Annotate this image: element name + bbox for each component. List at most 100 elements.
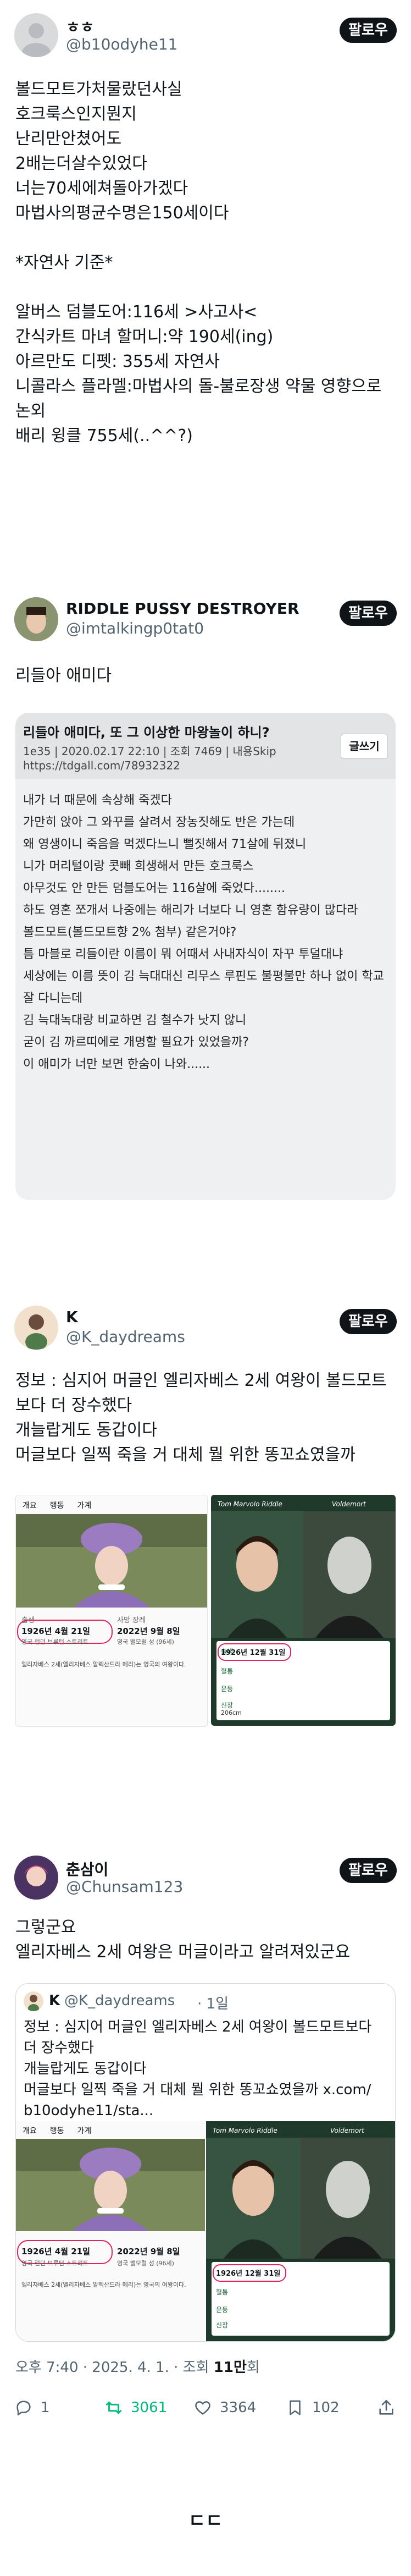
author-name[interactable]: K [66, 1308, 78, 1326]
queen-photo [16, 2139, 205, 2231]
follow-button[interactable]: 팔로우 [340, 1858, 397, 1883]
row4-label: 신장 [221, 1702, 234, 1709]
death-place: 영국 밸모럴 성 (96세) [117, 2260, 174, 2267]
wiki-tab[interactable]: 가계 [71, 2121, 98, 2139]
view-count: 11만 [213, 2359, 247, 2376]
card-line: 가만히 앉아 그 와꾸를 살려서 장농짓해도 반은 가는데 [23, 816, 295, 829]
row3-label: 운동 [216, 2306, 229, 2314]
reply-button[interactable]: 1 [14, 2391, 50, 2424]
retweet-button[interactable]: 3061 [104, 2391, 167, 2424]
card-line: 내가 너 때문에 속상해 죽겠다 [23, 794, 172, 807]
row2-label: 혈통 [221, 1667, 234, 1675]
card-line: 왜 영생이니 죽음을 먹겠다느니 뻘짓해서 71살에 뒤졌니 [23, 838, 307, 851]
card-line: 틈 마블로 리들이란 이름이 뭐 어때서 사내자식이 자꾸 투덜대냐 [23, 948, 343, 961]
quote-text: 정보 : 심지어 머글인 엘리자베스 2세 여왕이 볼드모트보다 더 장수했다 … [24, 2019, 372, 2119]
riddle-wiki-image[interactable]: Tom Marvolo Riddle Voldemort 1926년 12월 3… [206, 2121, 395, 2341]
post-text: 볼드모트가처물랐던사실 호크룩스인지뭔지 난리만안쳤어도 2배는더살수있었다 너… [15, 80, 382, 445]
share-icon [379, 2399, 393, 2415]
riddle-info-panel: 출생 1926년 12월 31일 혈통 운동 신장 206cm [216, 1641, 390, 1720]
avatar[interactable] [14, 13, 58, 57]
riddle-left-name: Tom Marvolo Riddle [213, 2127, 277, 2134]
wiki-tabs: 개요 행동 가계 [16, 1495, 207, 1515]
birth-place: 영국 런던 브루턴 스트리트 [21, 1638, 88, 1645]
card-title: 리들아 애미다, 또 그 이상한 마왕놀이 하니? [23, 725, 270, 740]
card-line: 굳이 김 까르띠에로 개명할 필요가 있었을까? [23, 1036, 249, 1049]
riddle-right-name: Voldemort [330, 2127, 364, 2134]
follow-button[interactable]: 팔로우 [340, 1309, 397, 1334]
post-1: ㅎㅎ @b10odyhe11 팔로우 볼드모트가처물랐던사실 호크룩스인지뭔지 … [0, 0, 411, 445]
card-line: 아무것도 안 만든 덤블도어는 116살에 죽었다........ [23, 882, 285, 895]
quote-author-name[interactable]: K [49, 1992, 60, 2009]
heart-icon [195, 2401, 210, 2415]
post-text: 그렇군요 엘리자베스 2세 여왕은 머글이라고 알려져있군요 [15, 1918, 351, 1962]
post-time[interactable]: 오후 7:40 · 2025. 4. 1. · 조회 [15, 2359, 214, 2376]
death-date: 2022년 9월 8일 [117, 1626, 180, 1636]
author-handle[interactable]: @K_daydreams [66, 1328, 185, 1346]
card-line: 볼드모트(볼드모트향 2% 첨부) 같은거야? [23, 926, 237, 939]
riddle-wiki-image[interactable]: Tom Marvolo Riddle Voldemort 출생 1926년 12… [211, 1495, 396, 1726]
row2-label: 혈통 [216, 2288, 229, 2296]
wiki-tab[interactable]: 행동 [43, 2121, 71, 2139]
riddle-info-panel: 1926년 12월 31일 혈통 운동 신장 [212, 2262, 390, 2336]
queen-wiki-image[interactable]: 개요 행동 가계 출생 1926년 4월 21일 영국 런던 브루턴 스트리트 … [15, 1495, 208, 1727]
quote-tweet[interactable]: K @K_daydreams · 1일 정보 : 심지어 머글인 엘리자베스 2… [15, 1983, 396, 2342]
death-place: 영국 밸모럴 성 (96세) [117, 1638, 174, 1645]
embedded-post-card[interactable]: 리들아 애미다, 또 그 이상한 마왕놀이 하니? 1e35 | 2020.02… [15, 713, 396, 1200]
author-name[interactable]: ㅎㅎ [66, 15, 95, 37]
avatar[interactable] [14, 1306, 58, 1350]
card-url[interactable]: https://tdgall.com/78932322 [23, 759, 180, 772]
avatar[interactable] [14, 1856, 58, 1900]
queen-photo [16, 1514, 207, 1608]
author-name[interactable]: 춘삼이 [66, 1858, 108, 1880]
quote-author-handle[interactable]: @K_daydreams [64, 1992, 175, 2009]
share-button[interactable] [377, 2391, 403, 2424]
follow-button[interactable]: 팔로우 [340, 18, 397, 43]
reply-icon [16, 2401, 31, 2416]
birth-place: 영국 런던 브루턴 스트리트 [21, 2260, 88, 2267]
wiki-tabs: 개요 행동 가계 [16, 2121, 205, 2139]
reply-count: 1 [41, 2399, 50, 2416]
like-button[interactable]: 3364 [193, 2391, 256, 2424]
riddle-photo [211, 1511, 396, 1638]
post-meta: 오후 7:40 · 2025. 4. 1. · 조회 11만회 [15, 2356, 260, 2376]
author-name[interactable]: RIDDLE PUSSY DESTROYER [66, 599, 299, 618]
card-line: 이 애미가 너만 보면 한숨이 나와...... [23, 1058, 210, 1071]
riddle-right-name: Voldemort [332, 1500, 366, 1508]
row3-label: 운동 [221, 1685, 234, 1693]
post-text: 정보 : 심지어 머글인 엘리자베스 2세 여왕이 볼드모트보다 더 장수했다 … [15, 1371, 387, 1465]
row4-label: 신장 [216, 2321, 229, 2329]
wiki-tab[interactable]: 개요 [16, 1495, 43, 1514]
wiki-tab[interactable]: 행동 [43, 1495, 71, 1514]
queen-wiki-image[interactable]: 개요 행동 가계 1926년 4월 21일 영국 런던 브루턴 스트리트 202… [16, 2121, 206, 2341]
post-3: K @K_daydreams 팔로우 정보 : 심지어 머글인 엘리자베스 2세… [0, 1298, 411, 1738]
action-bar: 1 3061 3364 102 [0, 2391, 411, 2424]
red-circle [218, 1643, 291, 1661]
author-handle[interactable]: @b10odyhe11 [66, 35, 177, 53]
card-sub: 1e35 | 2020.02.17 22:10 | 조회 7469 | 내용Sk… [23, 745, 276, 758]
card-line: 하도 영혼 쪼개서 나중에는 해리가 너보다 니 영혼 함유량이 많다라 [23, 904, 358, 917]
quote-avatar[interactable] [24, 1991, 43, 2011]
avatar[interactable] [14, 597, 58, 641]
row4-value: 206cm [221, 1709, 242, 1716]
red-circle [213, 2264, 286, 2282]
follow-button[interactable]: 팔로우 [340, 601, 397, 626]
wiki-note: 엘리자베스 2세(엘리자베스 알렉산드라 메리)는 영국의 여왕이다. [21, 1661, 186, 1668]
footer-text: ㄷㄷ [188, 2510, 223, 2532]
bookmark-count: 102 [312, 2399, 340, 2416]
retweet-count: 3061 [131, 2399, 168, 2416]
write-button[interactable]: 글쓰기 [341, 734, 388, 759]
card-body: 내가 너 때문에 속상해 죽겠다가만히 앉아 그 와꾸를 살려서 장농짓해도 반… [23, 790, 388, 1076]
bookmark-icon [290, 2400, 301, 2415]
card-line: 니가 머리털이랑 콧빼 희생해서 만든 호크룩스 [23, 860, 254, 873]
bookmark-button[interactable]: 102 [286, 2391, 340, 2424]
card-line: 김 늑대녹대랑 비교하면 김 철수가 낫지 않니 [23, 1014, 247, 1027]
wiki-tab[interactable]: 가계 [71, 1495, 98, 1514]
like-count: 3364 [220, 2399, 257, 2416]
author-handle[interactable]: @Chunsam123 [66, 1878, 183, 1896]
death-date: 2022년 9월 8일 [117, 2247, 180, 2256]
death-label: 사망 장례 [117, 1616, 146, 1625]
wiki-tab[interactable]: 개요 [16, 2121, 43, 2139]
post-text: 리들아 애미다 [15, 666, 112, 685]
author-handle[interactable]: @imtalkingp0tat0 [66, 619, 204, 637]
post-2: RIDDLE PUSSY DESTROYER @imtalkingp0tat0 … [0, 583, 411, 1243]
